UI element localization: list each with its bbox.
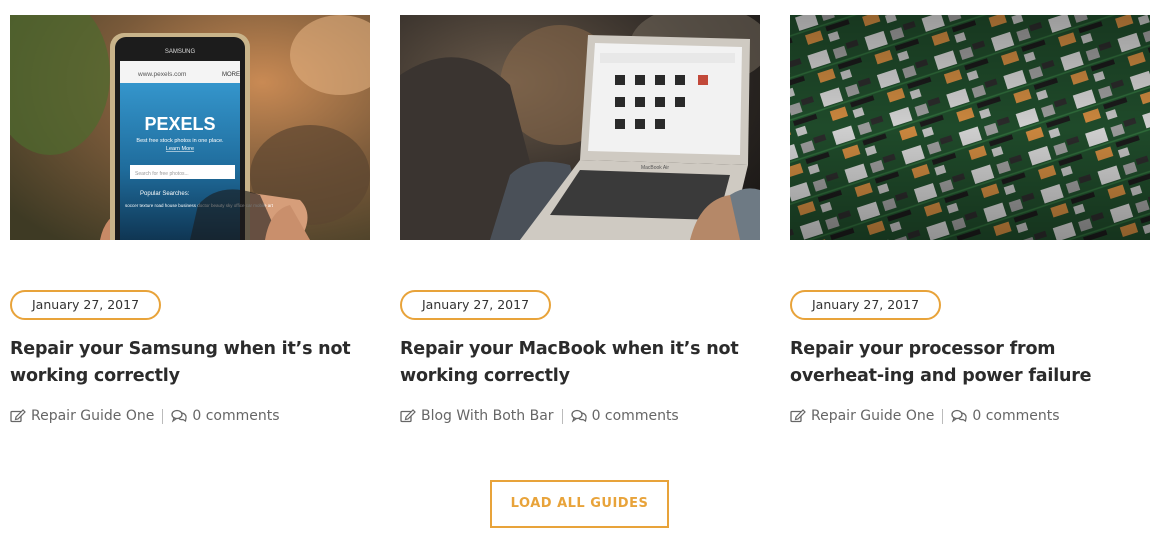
svg-text:PEXELS: PEXELS — [144, 114, 215, 134]
svg-text:SAMSUNG: SAMSUNG — [165, 49, 196, 55]
comments-icon — [951, 409, 967, 423]
circuit-boards-photo — [790, 15, 1150, 240]
guide-meta: Blog With Both Bar 0 comments — [400, 407, 679, 425]
category-link[interactable]: Repair Guide One — [31, 408, 154, 424]
svg-text:Popular Searches:: Popular Searches: — [140, 191, 190, 197]
guide-thumbnail[interactable]: MacBook Air — [400, 15, 760, 240]
guide-meta: Repair Guide One 0 comments — [10, 407, 280, 425]
comments-icon — [171, 409, 187, 423]
meta-divider — [561, 408, 563, 424]
comments-link[interactable]: 0 comments — [192, 408, 279, 424]
edit-icon — [790, 409, 806, 423]
category-link[interactable]: Blog With Both Bar — [421, 408, 554, 424]
svg-text:www.pexels.com: www.pexels.com — [137, 71, 186, 78]
date-badge: January 27, 2017 — [400, 290, 552, 320]
svg-text:MacBook Air: MacBook Air — [641, 165, 669, 171]
guide-card: MacBook Air January 27, 2017 Repair your… — [400, 15, 760, 424]
comments-link[interactable]: 0 comments — [972, 408, 1059, 424]
svg-text:MORE: MORE — [222, 72, 240, 78]
meta-divider — [162, 408, 164, 424]
guides-grid: SAMSUNG www.pexels.com MORE PEXELS Best … — [10, 15, 1150, 435]
load-all-guides-button[interactable]: LOAD ALL GUIDES — [490, 480, 669, 528]
edit-icon — [400, 409, 416, 423]
comments-icon — [570, 409, 587, 423]
macbook-photo: MacBook Air — [400, 15, 760, 240]
edit-icon — [10, 409, 26, 423]
guide-title[interactable]: Repair your MacBook when it’s not workin… — [400, 336, 750, 390]
guide-title[interactable]: Repair your Samsung when it’s not workin… — [10, 336, 360, 390]
guide-meta: Repair Guide One 0 comments — [790, 407, 1060, 425]
guide-title[interactable]: Repair your processor from overheat-ing … — [790, 336, 1140, 390]
guide-card: January 27, 2017 Repair your processor f… — [790, 15, 1150, 424]
svg-text:Search for free photos...: Search for free photos... — [135, 171, 189, 177]
samsung-phone-photo: SAMSUNG www.pexels.com MORE PEXELS Best … — [10, 15, 370, 240]
comments-link[interactable]: 0 comments — [592, 408, 679, 424]
guide-card: SAMSUNG www.pexels.com MORE PEXELS Best … — [10, 15, 370, 424]
svg-text:Learn More: Learn More — [166, 146, 194, 152]
svg-text:Best free stock photos in one: Best free stock photos in one place. — [136, 138, 224, 144]
date-badge: January 27, 2017 — [790, 290, 942, 320]
guide-thumbnail[interactable]: SAMSUNG www.pexels.com MORE PEXELS Best … — [10, 15, 370, 240]
category-link[interactable]: Repair Guide One — [811, 408, 934, 424]
guide-thumbnail[interactable] — [790, 15, 1150, 240]
date-badge: January 27, 2017 — [10, 290, 162, 320]
meta-divider — [942, 408, 944, 424]
